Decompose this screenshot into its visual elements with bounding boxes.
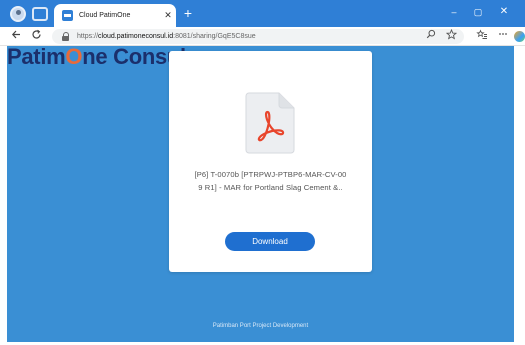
logo-text-o: O	[65, 44, 83, 69]
star-icon[interactable]	[444, 28, 458, 43]
download-button[interactable]: Download	[225, 232, 315, 251]
company-logo: PatimOne Consul	[7, 46, 186, 68]
new-tab-button[interactable]: +	[180, 5, 196, 21]
share-card: [P6] T-0070b [PTRPWJ-PTBP6-MAR-CV-00 9 R…	[169, 51, 372, 272]
tab-close-icon[interactable]: ✕	[160, 11, 176, 20]
url-domain: cloud.patimoneconsul.id	[98, 33, 174, 40]
tab-favicon-icon	[62, 10, 73, 21]
file-name-line1: [P6] T-0070b [PTRPWJ-PTBP6-MAR-CV-00	[194, 170, 347, 179]
url-input[interactable]: https://cloud.patimoneconsul.id:8081/sha…	[52, 29, 464, 44]
tab-title: Cloud PatimOne	[79, 12, 131, 19]
logo-text-part1: Patim	[7, 44, 66, 69]
close-window-button[interactable]: ✕	[493, 4, 515, 20]
more-icon[interactable]	[496, 29, 510, 43]
copilot-icon[interactable]	[514, 31, 525, 42]
url-scheme: https://	[77, 33, 99, 40]
reload-icon[interactable]	[29, 29, 43, 43]
browser-tab[interactable]: Cloud PatimOne ✕	[54, 4, 176, 27]
profile-icon[interactable]	[10, 6, 26, 22]
lock-icon	[62, 32, 70, 41]
file-name-line2: 9 R1] - MAR for Portland Slag Cement &..	[198, 183, 343, 192]
file-name: [P6] T-0070b [PTRPWJ-PTBP6-MAR-CV-00 9 R…	[181, 168, 360, 194]
search-icon[interactable]	[424, 29, 438, 43]
maximize-button[interactable]: ▢	[467, 4, 489, 20]
favorites-icon[interactable]	[475, 29, 489, 43]
workspaces-icon[interactable]	[32, 7, 48, 21]
back-arrow-icon[interactable]	[9, 29, 23, 43]
minimize-button[interactable]: –	[443, 4, 465, 20]
url-path: :8081/sharing/GqE5C8sue	[173, 33, 256, 40]
footer-text: Patimban Port Project Development	[212, 323, 309, 329]
page-content: PatimOne Consul [P6] T-0070b [PTRPWJ-PTB…	[0, 46, 525, 345]
pdf-file-icon	[245, 92, 295, 154]
browser-titlebar: Cloud PatimOne ✕ + – ▢ ✕	[0, 0, 525, 27]
